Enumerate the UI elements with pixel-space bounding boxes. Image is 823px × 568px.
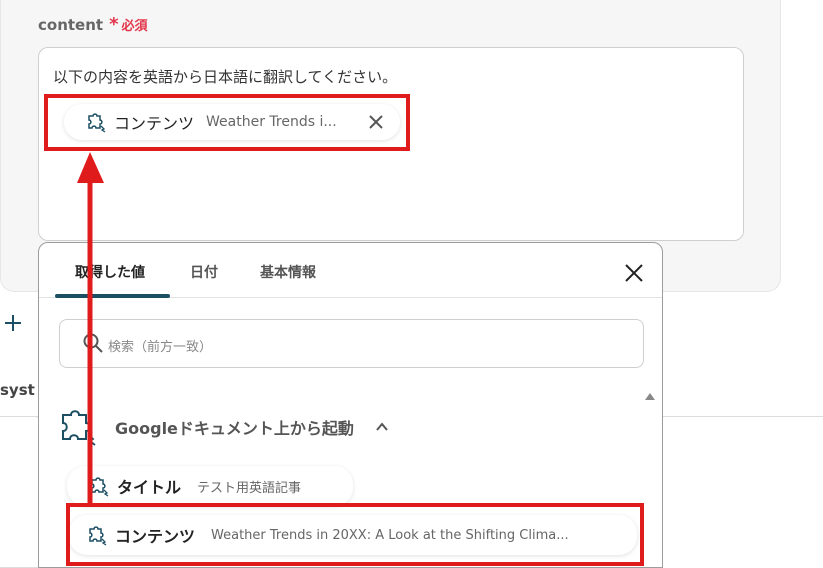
tab-bar: 取得した値 日付 基本情報 (39, 243, 662, 298)
tab-date[interactable]: 日付 (190, 262, 218, 282)
required-asterisk: * (109, 14, 119, 35)
search-icon (83, 333, 103, 353)
chip-name: タイトル (117, 478, 182, 497)
textarea-text: 以下の内容を英語から日本語に翻訳してください。 (53, 68, 398, 86)
chevron-up-icon[interactable] (375, 420, 389, 432)
tab-acquired-values[interactable]: 取得した値 (75, 262, 145, 282)
chip-value: テスト用英語記事 (197, 480, 302, 496)
field-label: content * 必須 (38, 14, 148, 35)
puzzle-icon (91, 477, 109, 497)
highlight-box-input-chip (44, 94, 410, 151)
scrollbar-up-arrow[interactable] (645, 393, 655, 400)
highlight-box-list-chip (66, 503, 644, 566)
section-title[interactable]: Googleドキュメント上から起動 (115, 415, 354, 439)
search-input[interactable]: 検索（前方一致） (59, 319, 644, 368)
plus-icon[interactable] (4, 314, 22, 332)
close-icon[interactable] (624, 263, 644, 283)
puzzle-icon (62, 410, 96, 446)
active-tab-indicator (55, 294, 170, 298)
tab-basic-info[interactable]: 基本情報 (260, 262, 316, 282)
system-field-label: syst (0, 381, 35, 399)
search-placeholder: 検索（前方一致） (108, 340, 213, 355)
field-label-text: content (38, 16, 104, 34)
value-chip-title[interactable]: タイトル テスト用英語記事 (67, 466, 353, 506)
required-text: 必須 (121, 19, 148, 34)
